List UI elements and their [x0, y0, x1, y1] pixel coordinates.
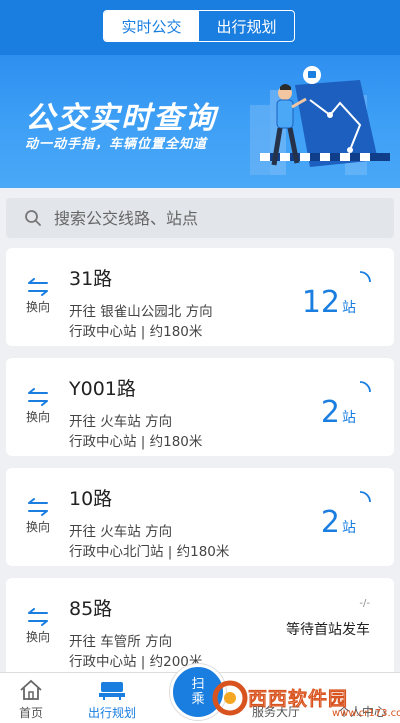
search-bar[interactable]	[6, 198, 394, 238]
watermark-logo-icon	[212, 680, 248, 716]
scan-label-top: 扫	[191, 677, 205, 692]
swap-label: 换向	[25, 520, 50, 534]
eta-value: 2	[320, 505, 340, 540]
route-stop: 行政中心站 | 约200米	[69, 654, 203, 670]
swap-arrows-icon	[28, 388, 48, 406]
promo-banner[interactable]: 公交实时查询 动一动手指，车辆位置全知道	[0, 55, 400, 188]
search-icon	[25, 210, 41, 226]
route-destination: 开往 银雀山公园北 方向	[69, 304, 213, 320]
tab-realtime-bus[interactable]: 实时公交	[104, 11, 199, 41]
swap-label: 换向	[25, 410, 50, 424]
swap-direction-button[interactable]: 换向	[20, 278, 56, 315]
nav-home-label: 首页	[18, 706, 43, 720]
route-name: 85路	[69, 598, 113, 620]
swap-arrows-icon	[28, 278, 48, 296]
eta-unit: 站	[342, 410, 356, 426]
eta-display: 2站	[321, 505, 356, 540]
banner-title: 公交实时查询	[25, 101, 217, 136]
route-stop: 行政中心站 | 约180米	[69, 324, 203, 340]
signal-icon	[359, 491, 371, 503]
watermark-url: www.cr173.com	[332, 708, 400, 719]
swap-label: 换向	[25, 630, 50, 644]
nav-trip-planning[interactable]: 出行规划	[88, 679, 136, 721]
top-header: 实时公交 出行规划	[0, 0, 400, 55]
scan-label-bottom: 乘	[191, 692, 205, 707]
route-card[interactable]: 换向 31路 开往 银雀山公园北 方向 行政中心站 | 约180米 12 站	[6, 248, 394, 346]
swap-direction-button[interactable]: 换向	[20, 388, 56, 425]
route-destination: 开往 车管所 方向	[69, 634, 173, 650]
banner-subtitle: 动一动手指，车辆位置全知道	[25, 137, 208, 152]
route-name: 10路	[69, 488, 113, 510]
eta-display: 2站	[321, 395, 356, 430]
swap-direction-button[interactable]: 换向	[20, 498, 56, 535]
home-icon	[20, 679, 42, 700]
eta-value: 12	[301, 285, 340, 320]
eta-unit: 站	[342, 520, 356, 536]
bus-stop-icon	[99, 682, 125, 700]
nav-home[interactable]: 首页	[18, 679, 44, 721]
eta-value: 2	[320, 395, 340, 430]
watermark: 西西软件园 www.cr173.com	[212, 676, 400, 723]
route-destination: 开往 火车站 方向	[69, 414, 173, 430]
eta-display: 12 站	[302, 285, 356, 320]
signal-icon	[359, 381, 371, 393]
nav-trip-planning-label: 出行规划	[88, 706, 137, 720]
swap-arrows-icon	[28, 498, 48, 516]
mode-switch: 实时公交 出行规划	[103, 10, 295, 42]
route-card[interactable]: 换向 10路 开往 火车站 方向 行政中心北门站 | 约180米 2站	[6, 468, 394, 566]
route-destination: 开往 火车站 方向	[69, 524, 173, 540]
route-name: Y001路	[69, 378, 136, 400]
swap-direction-button[interactable]: 换向	[20, 608, 56, 645]
watermark-text: 西西软件园	[248, 688, 349, 711]
route-card[interactable]: 换向 Y001路 开往 火车站 方向 行政中心站 | 约180米 2站	[6, 358, 394, 456]
route-name: 31路	[69, 268, 113, 290]
signal-icon	[359, 271, 371, 283]
route-card[interactable]: 换向 85路 开往 车管所 方向 行政中心站 | 约200米 -/- 等待首站发…	[6, 578, 394, 676]
route-stop: 行政中心北门站 | 约180米	[69, 544, 230, 560]
waiting-status: 等待首站发车	[286, 622, 370, 638]
route-stop: 行政中心站 | 约180米	[69, 434, 203, 450]
status-mark: -/-	[359, 598, 370, 609]
tab-trip-planning[interactable]: 出行规划	[199, 11, 294, 41]
swap-label: 换向	[25, 300, 50, 314]
banner-illustration	[250, 66, 390, 175]
search-input[interactable]	[54, 208, 354, 228]
swap-arrows-icon	[28, 608, 48, 626]
eta-unit: 站	[342, 300, 356, 316]
